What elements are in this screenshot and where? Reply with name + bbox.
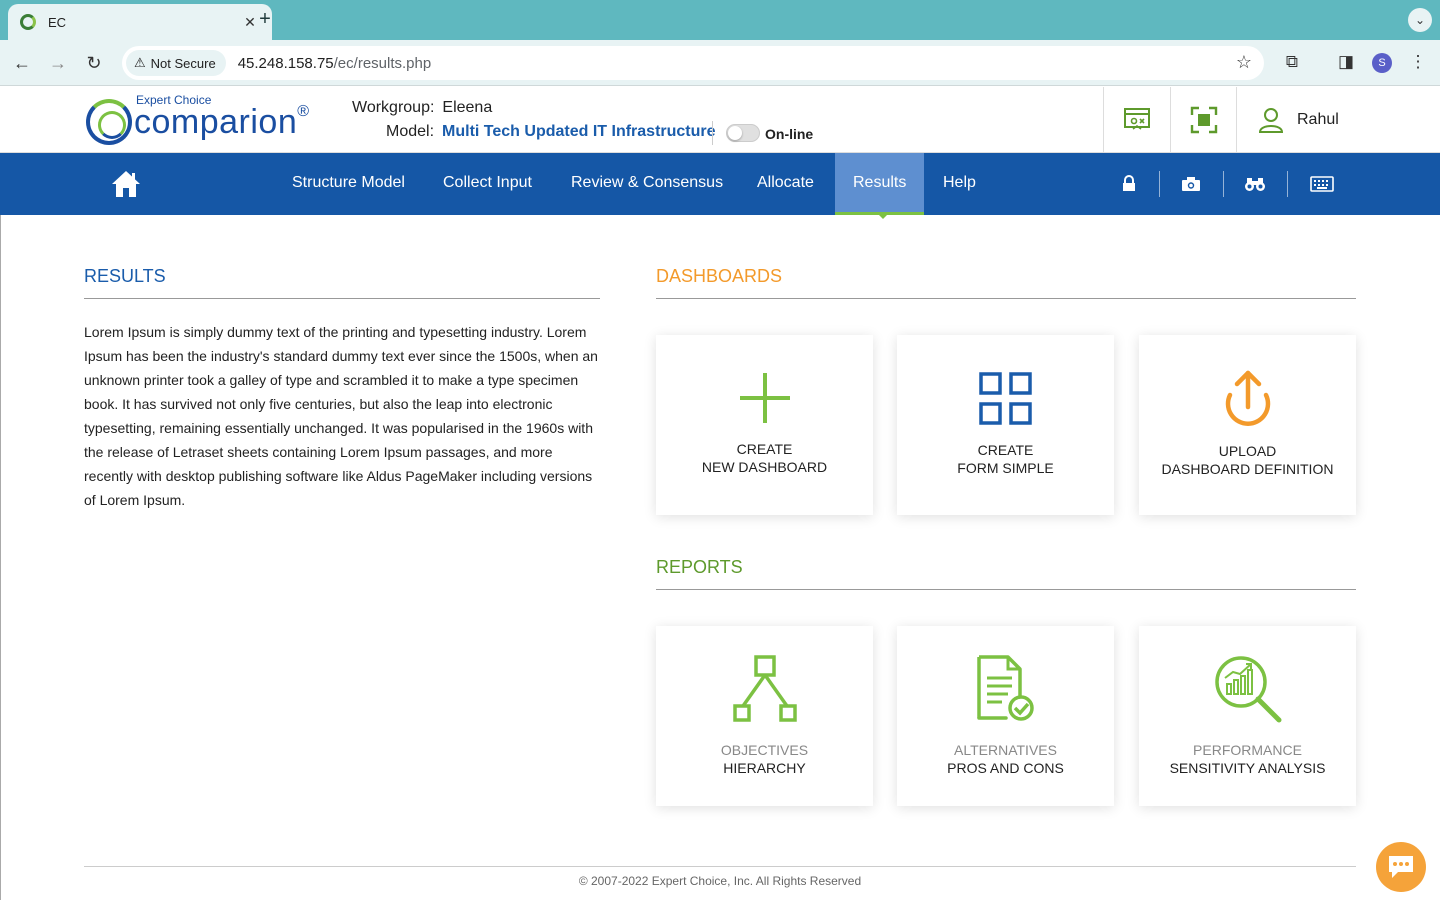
browser-menu-icon[interactable]: ⋮ <box>1407 52 1429 72</box>
nav-help[interactable]: Help <box>925 153 994 215</box>
fullscreen-button[interactable] <box>1170 87 1237 153</box>
card-line1: PERFORMANCE <box>1193 742 1302 758</box>
nav-structure-model[interactable]: Structure Model <box>274 153 423 215</box>
results-title: RESULTS <box>84 266 166 286</box>
online-toggle[interactable] <box>726 124 760 142</box>
binoculars-icon[interactable] <box>1243 173 1267 195</box>
new-tab-icon[interactable]: + <box>254 8 276 30</box>
user-menu[interactable]: Rahul <box>1236 87 1440 153</box>
logo-swirl-icon <box>86 99 132 145</box>
card-line2: PROS AND CONS <box>947 760 1064 776</box>
card-line2: FORM SIMPLE <box>957 460 1054 476</box>
logo-main-text: comparion® <box>134 103 310 142</box>
nav-results[interactable]: Results <box>835 153 924 215</box>
chat-bubble-icon <box>1389 856 1413 878</box>
page-left-border <box>0 215 1 900</box>
footer-copyright: © 2007-2022 Expert Choice, Inc. All Righ… <box>578 874 862 888</box>
reports-divider <box>656 589 1356 590</box>
card-line2: SENSITIVITY ANALYSIS <box>1169 760 1326 776</box>
upload-icon <box>1225 370 1270 426</box>
browser-tab[interactable]: EC ✕ <box>8 4 272 40</box>
card-line1: CREATE <box>736 441 793 457</box>
comparion-logo[interactable]: Expert Choice comparion® <box>86 91 316 149</box>
nav-icon-divider <box>1287 171 1288 197</box>
workgroup-label: Workgroup: <box>352 99 435 116</box>
card-line1: UPLOAD <box>1218 443 1277 459</box>
workgroup-line: Workgroup: Eleena <box>352 99 492 117</box>
create-new-dashboard-card[interactable]: CREATE NEW DASHBOARD <box>656 335 873 515</box>
address-bar[interactable]: ⚠ Not Secure 45.248.158.75/ec/results.ph… <box>122 46 1264 80</box>
alternatives-pros-cons-card[interactable]: ALTERNATIVES PROS AND CONS <box>897 626 1114 806</box>
card-line1: CREATE <box>977 442 1034 458</box>
side-panel-icon[interactable]: ◨ <box>1335 52 1357 72</box>
lock-icon[interactable] <box>1117 173 1141 195</box>
header-divider <box>712 121 713 145</box>
tab-search-icon[interactable]: ⌄ <box>1408 8 1432 32</box>
screen-location-icon <box>1124 108 1150 130</box>
active-tab-caret <box>876 212 890 219</box>
favicon-icon <box>20 14 36 30</box>
online-label: On-line <box>765 126 814 142</box>
keyboard-icon[interactable] <box>1308 173 1336 195</box>
home-icon[interactable] <box>110 168 142 200</box>
logo-registered: ® <box>297 103 310 120</box>
forward-icon[interactable]: → <box>46 51 70 75</box>
browser-toolbar: ← → ↻ ⚠ Not Secure 45.248.158.75/ec/resu… <box>0 40 1440 86</box>
nav-icon-divider <box>1159 171 1160 197</box>
extensions-icon[interactable]: ⧉ <box>1281 52 1303 72</box>
document-check-icon <box>976 655 1034 721</box>
chart-search-icon <box>1214 656 1281 723</box>
card-line1: ALTERNATIVES <box>954 742 1057 758</box>
card-line2: DASHBOARD DEFINITION <box>1161 461 1334 477</box>
security-chip[interactable]: ⚠ Not Secure <box>126 50 226 76</box>
user-name: Rahul <box>1297 111 1339 128</box>
plus-icon <box>739 373 790 423</box>
back-icon[interactable]: ← <box>10 51 34 75</box>
reports-title: REPORTS <box>656 557 743 577</box>
camera-icon[interactable] <box>1179 173 1203 195</box>
card-line1: OBJECTIVES <box>720 742 809 758</box>
model-label: Model: <box>386 123 435 140</box>
user-icon <box>1258 108 1284 133</box>
results-divider <box>84 298 600 299</box>
logo-main-word: comparion <box>134 103 298 141</box>
hierarchy-icon <box>732 655 797 722</box>
warning-icon: ⚠ <box>134 55 146 70</box>
card-line2: HIERARCHY <box>723 760 806 776</box>
create-form-simple-card[interactable]: CREATE FORM SIMPLE <box>897 335 1114 515</box>
dashboards-divider <box>656 298 1356 299</box>
app-header: Expert Choice comparion® Workgroup: Eleen… <box>0 87 1440 153</box>
url-host: 45.248.158.75 <box>237 54 334 72</box>
main-navbar: Structure Model Collect Input Review & C… <box>0 153 1440 215</box>
footer-divider <box>84 866 1356 867</box>
nav-allocate[interactable]: Allocate <box>739 153 832 215</box>
card-line2: NEW DASHBOARD <box>701 459 828 475</box>
upload-dashboard-definition-card[interactable]: UPLOAD DASHBOARD DEFINITION <box>1139 335 1356 515</box>
browser-tabstrip: EC ✕ + ⌄ <box>0 0 1440 40</box>
model-value[interactable]: Multi Tech Updated IT Infrastructure <box>442 123 716 140</box>
tab-title: EC <box>48 14 67 30</box>
dashboards-title: DASHBOARDS <box>656 266 783 286</box>
nav-icon-divider <box>1223 171 1224 197</box>
performance-sensitivity-card[interactable]: PERFORMANCE SENSITIVITY ANALYSIS <box>1139 626 1356 806</box>
chat-button[interactable] <box>1376 842 1426 892</box>
nav-review-consensus[interactable]: Review & Consensus <box>553 153 741 215</box>
url-text: 45.248.158.75/ec/results.php <box>238 55 432 72</box>
results-description: Lorem Ipsum is simply dummy text of the … <box>84 324 598 508</box>
grid-icon <box>978 372 1032 425</box>
nav-collect-input[interactable]: Collect Input <box>425 153 550 215</box>
workgroup-value: Eleena <box>442 99 493 116</box>
url-path: /ec/results.php <box>333 54 432 72</box>
security-label: Not Secure <box>150 55 216 71</box>
profile-avatar[interactable]: S <box>1372 53 1392 73</box>
screen-share-button[interactable] <box>1103 87 1170 153</box>
reload-icon[interactable]: ↻ <box>82 51 106 75</box>
objectives-hierarchy-card[interactable]: OBJECTIVES HIERARCHY <box>656 626 873 806</box>
bookmark-star-icon[interactable]: ☆ <box>1236 52 1252 73</box>
model-line: Model: Multi Tech Updated IT Infrastructu… <box>386 123 716 141</box>
fullscreen-icon <box>1190 106 1218 134</box>
